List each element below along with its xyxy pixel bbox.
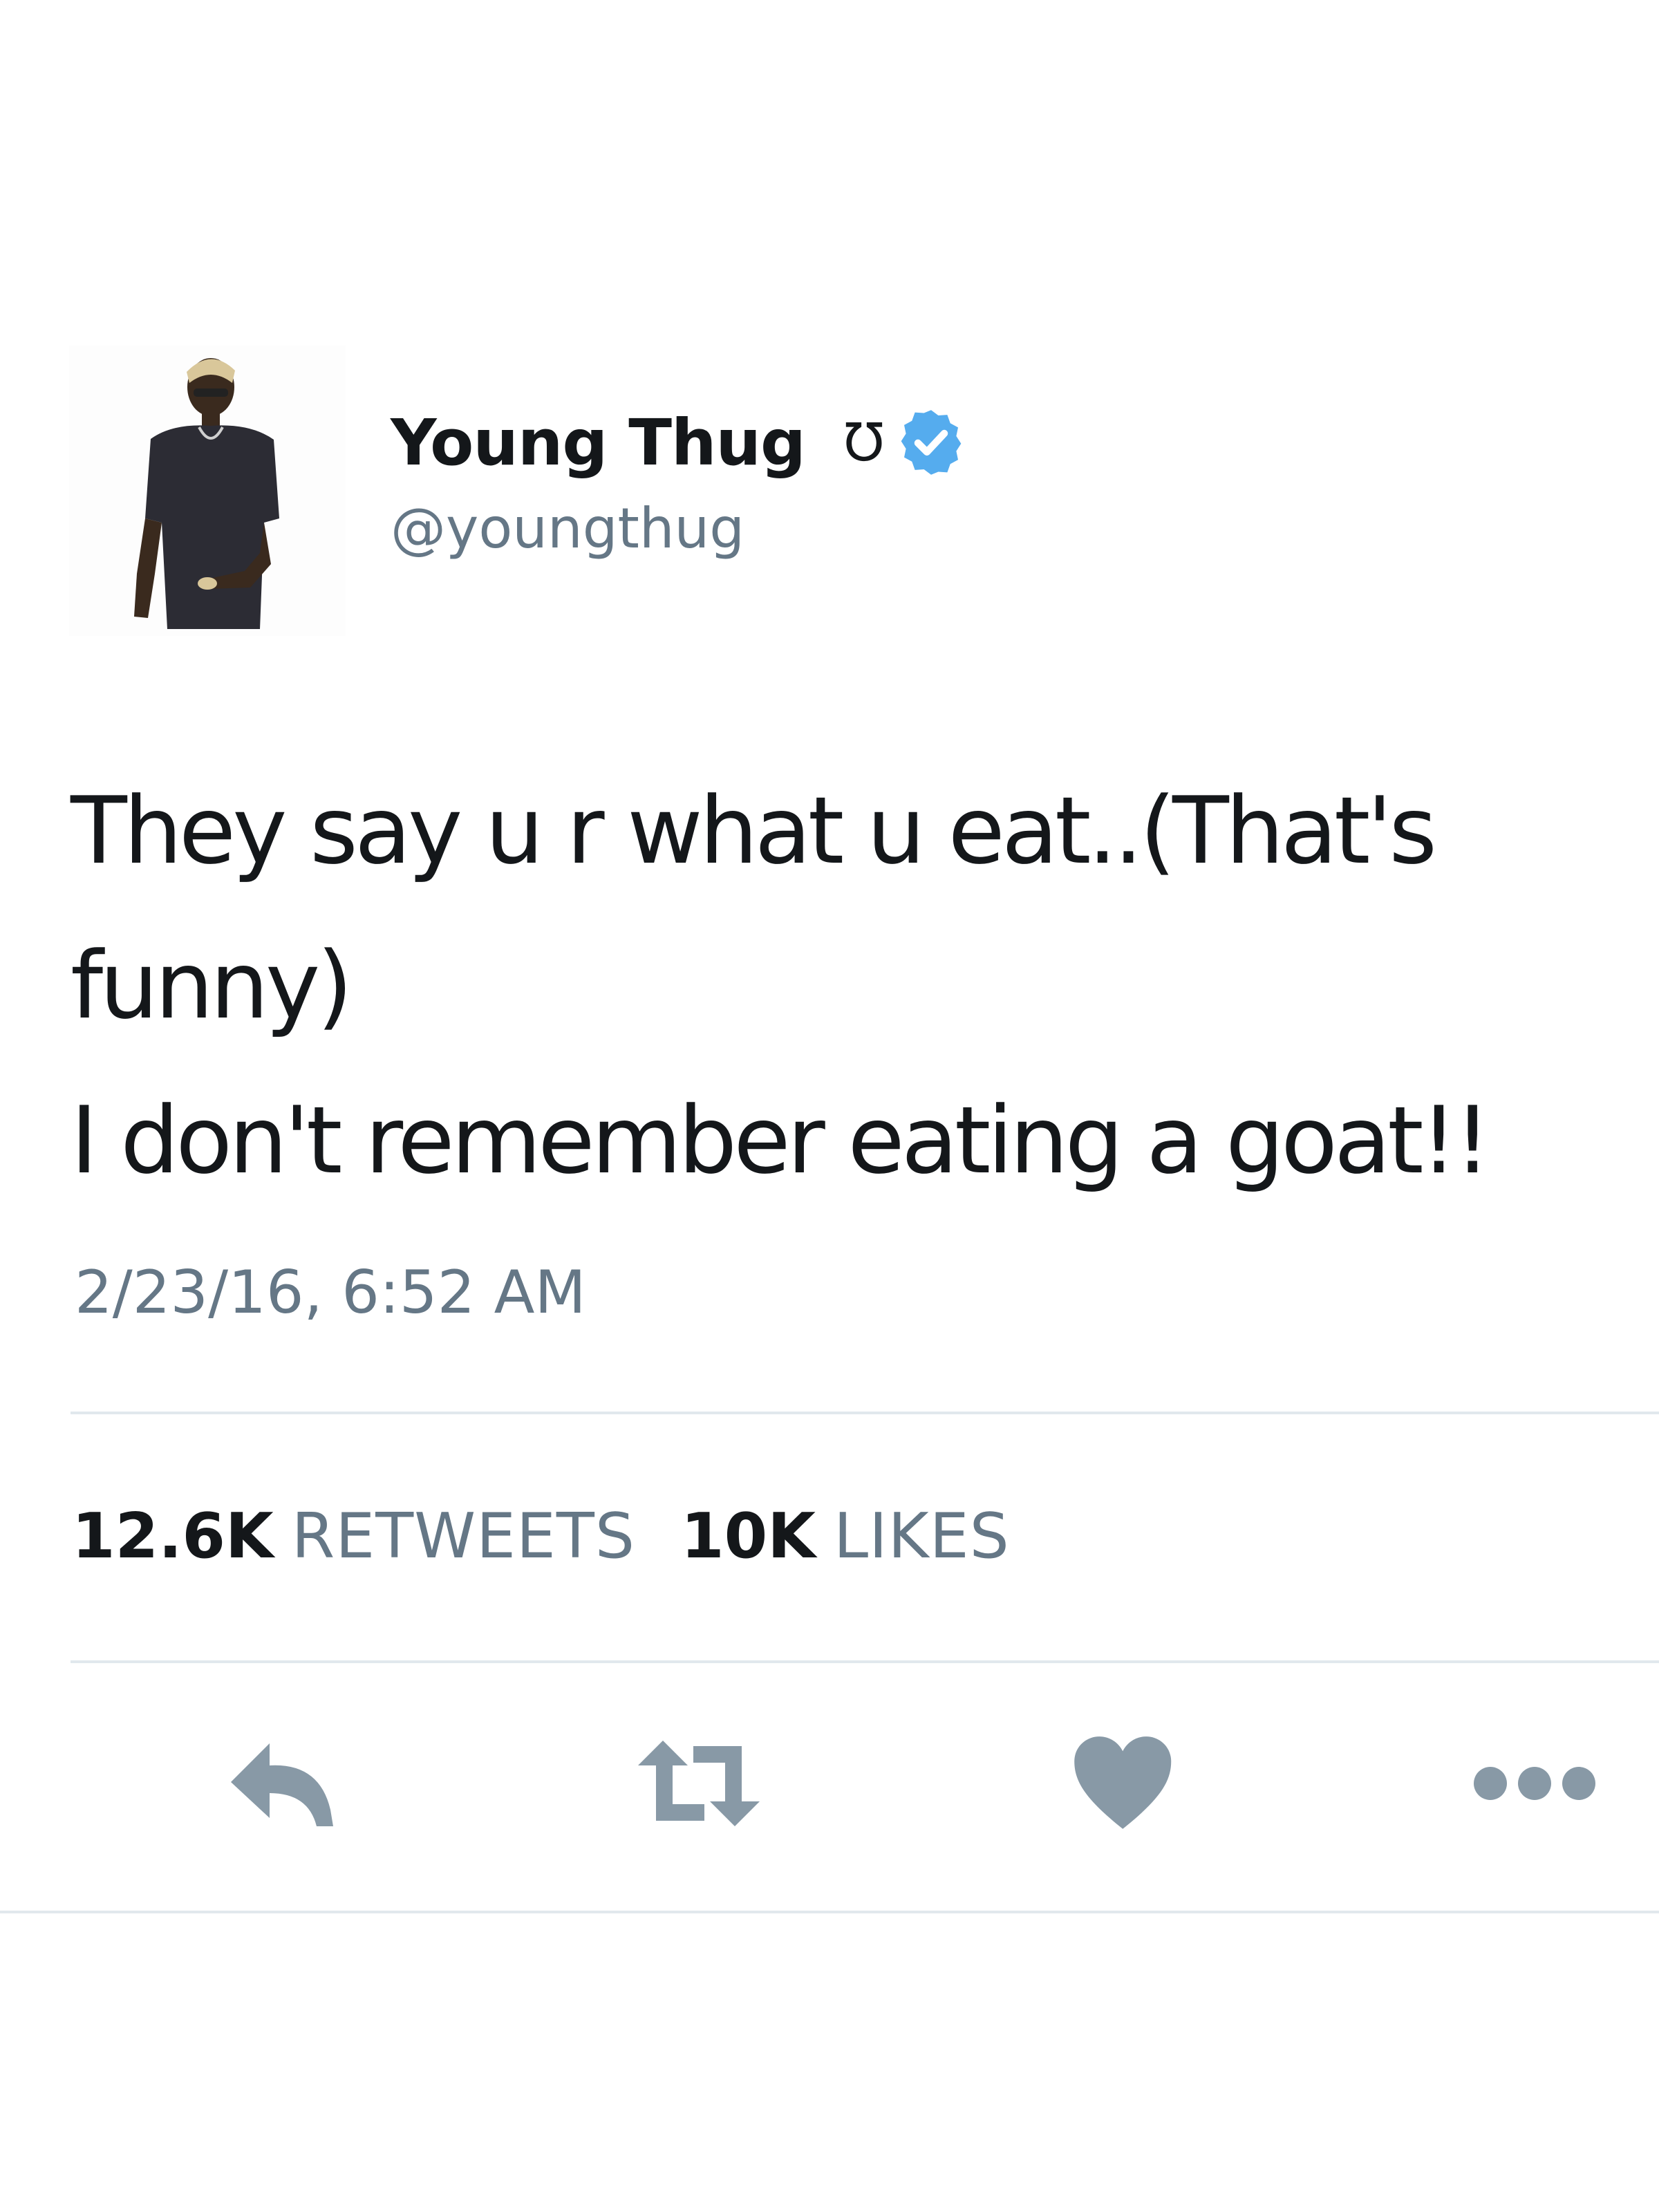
reply-icon [231, 1743, 333, 1826]
retweet-button[interactable] [632, 1735, 764, 1832]
likes-stat[interactable]: 10K LIKES [681, 1500, 1010, 1573]
tweet-text-line: They say u r what u eat..(That's [71, 777, 1437, 885]
tweet-timestamp[interactable]: 2/23/16, 6:52 AM [75, 1258, 586, 1327]
likes-count: 10K [681, 1500, 816, 1573]
tweet-stats: 12.6K RETWEETS 10K LIKES [72, 1500, 1010, 1573]
heart-icon [1074, 1736, 1172, 1829]
divider [71, 1412, 1659, 1414]
tweet-text-line: funny) [71, 932, 353, 1040]
retweets-label: RETWEETS [291, 1500, 635, 1573]
retweets-count: 12.6K [72, 1500, 274, 1573]
more-button[interactable] [1472, 1735, 1597, 1832]
retweet-icon [638, 1741, 760, 1826]
user-avatar-photo [69, 346, 346, 636]
user-handle[interactable]: @youngthug [391, 496, 744, 561]
tweet-actions [0, 1735, 1659, 1832]
divider [0, 1911, 1659, 1913]
divider [71, 1660, 1659, 1663]
tweet-text: They say u r what u eat..(That's funny) … [71, 753, 1626, 1218]
tweet-text-line: I don't remember eating a goat!! [71, 1087, 1491, 1194]
like-button[interactable] [1071, 1735, 1172, 1832]
retweets-stat[interactable]: 12.6K RETWEETS [72, 1500, 635, 1573]
author-name-row: Young Thug ℧ [391, 404, 967, 480]
reply-button[interactable] [228, 1735, 339, 1832]
verified-badge-icon [901, 410, 962, 475]
display-name[interactable]: Young Thug [391, 406, 806, 480]
name-symbol: ℧ [843, 411, 884, 473]
more-icon [1474, 1767, 1595, 1800]
avatar[interactable] [69, 346, 346, 636]
likes-label: LIKES [834, 1500, 1010, 1573]
